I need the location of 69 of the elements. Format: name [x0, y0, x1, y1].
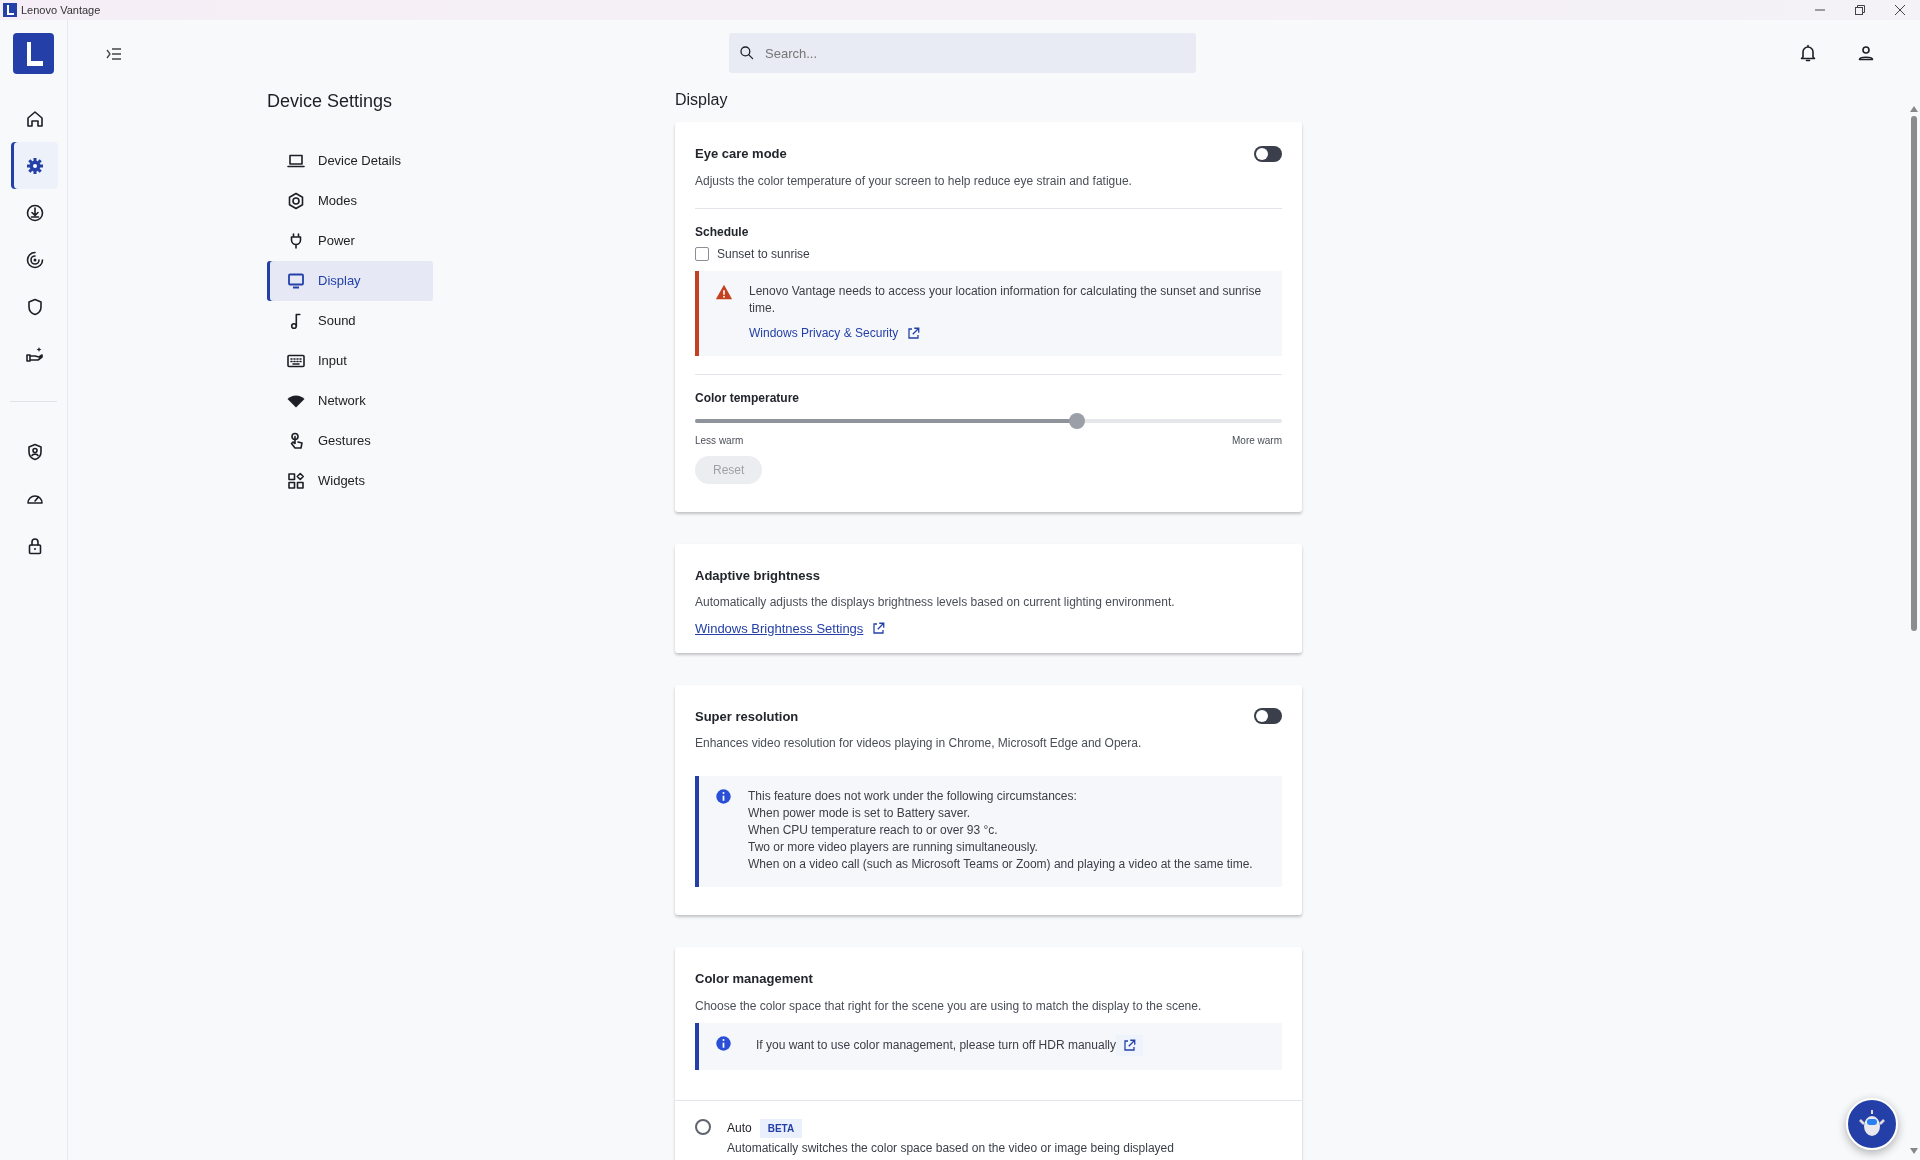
nav-rail-button[interactable]: [11, 142, 58, 189]
section-title: Display: [675, 90, 729, 110]
assistant-button[interactable]: [1846, 1098, 1898, 1150]
card-title: Eye care mode: [695, 145, 787, 163]
notice-text: Lenovo Vantage needs to access your location information for calculating the sunset and sunrise time.: [749, 282, 1263, 317]
external-link-icon: [906, 325, 922, 341]
notice-text: When CPU temperature reach to or over 93 °c.: [748, 822, 999, 839]
card-description: Choose the color space that right for the scene you are using to match the display to the scene.: [695, 997, 1203, 1015]
checkbox-label: Sunset to sunrise: [717, 245, 810, 263]
card-title: Adaptive brightness: [695, 566, 820, 585]
settings-nav-item[interactable]: Display: [267, 260, 433, 301]
slider-heading: Color temperature: [695, 389, 801, 407]
card-title: Color management: [695, 970, 813, 988]
settings-nav-item[interactable]: Input: [267, 340, 433, 381]
external-link-icon: [1121, 1037, 1137, 1053]
option-description: Automatically switches the color space based on the video or image being displayed: [727, 1140, 1174, 1156]
checkbox[interactable]: [695, 246, 709, 261]
card-description: Automatically adjusts the displays brightness levels based on current lighting environment.: [695, 594, 1176, 611]
external-link-button[interactable]: [1115, 1034, 1143, 1056]
gauge-icon: [24, 249, 45, 270]
privacy-settings-link[interactable]: Windows Privacy & Security: [749, 324, 899, 342]
scroll-up-arrow-icon[interactable]: [1910, 106, 1918, 112]
close-icon: [1895, 5, 1905, 15]
toggle-switch[interactable]: [1254, 145, 1282, 162]
card-description: Enhances video resolution for videos playing in Chrome, Microsoft Edge and Opera.: [695, 735, 1143, 752]
notice-text: Two or more video players are running simultaneously.: [748, 839, 1039, 856]
settings-nav-item[interactable]: Network: [267, 380, 433, 421]
slider-thumb[interactable]: [1068, 412, 1085, 429]
scroll-down-arrow-icon[interactable]: [1910, 1148, 1918, 1154]
brightness-settings-link[interactable]: Windows Brightness Settings: [695, 619, 864, 639]
search-field[interactable]: Search...: [729, 33, 1196, 73]
settings-nav-item[interactable]: Sound: [267, 300, 433, 341]
slider-max-label: More warm: [1232, 433, 1282, 448]
hexagon-icon: [286, 190, 306, 211]
notice-text: When power mode is set to Battery saver.: [748, 805, 972, 822]
radio-button[interactable]: [695, 1118, 711, 1135]
card-title: Super resolution: [695, 707, 799, 726]
card-description: Adjusts the color temperature of your screen to help reduce eye strain and fatigue.: [695, 172, 1133, 190]
toggle-switch[interactable]: [1254, 708, 1282, 725]
external-link-icon: [871, 621, 887, 637]
info-icon: [715, 1034, 732, 1052]
search-icon: [739, 45, 755, 61]
scrollbar-thumb[interactable]: [1911, 116, 1917, 631]
notice-text: When on a video call (such as Microsoft Teams or Zoom) and playing a video at the same time.: [748, 856, 1253, 873]
robot-icon: [1859, 1109, 1885, 1139]
home-icon: [24, 108, 45, 129]
page-title: Device Settings: [267, 91, 394, 113]
slider-min-label: Less warm: [695, 433, 744, 448]
schedule-heading: Schedule: [695, 223, 750, 241]
settings-nav-item[interactable]: Modes: [267, 180, 433, 221]
settings-nav-item[interactable]: Widgets: [267, 460, 433, 501]
menu-collapse-icon: [106, 46, 122, 61]
beta-tag: BETA: [759, 1118, 803, 1138]
bell-icon: [1798, 43, 1818, 64]
restore-icon: [1855, 5, 1865, 15]
settings-icon: [24, 155, 45, 176]
settings-nav-item[interactable]: Power: [267, 220, 433, 261]
widgets-icon: [286, 470, 306, 491]
window-title: Lenovo Vantage: [21, 2, 101, 18]
notice-text: This feature does not work under the following circumstances:: [748, 788, 1078, 805]
info-icon: [715, 788, 732, 805]
settings-nav-item[interactable]: Device Details: [267, 140, 433, 181]
app-logo-icon: [3, 3, 17, 17]
slider-track[interactable]: [695, 412, 1282, 429]
option-label: Auto: [727, 1120, 752, 1137]
notice-text: If you want to use color management, please turn off HDR manually: [756, 1036, 1116, 1054]
app-logo-icon: [13, 33, 54, 74]
settings-nav-item[interactable]: Gestures: [267, 420, 433, 461]
download-icon: [24, 202, 45, 223]
